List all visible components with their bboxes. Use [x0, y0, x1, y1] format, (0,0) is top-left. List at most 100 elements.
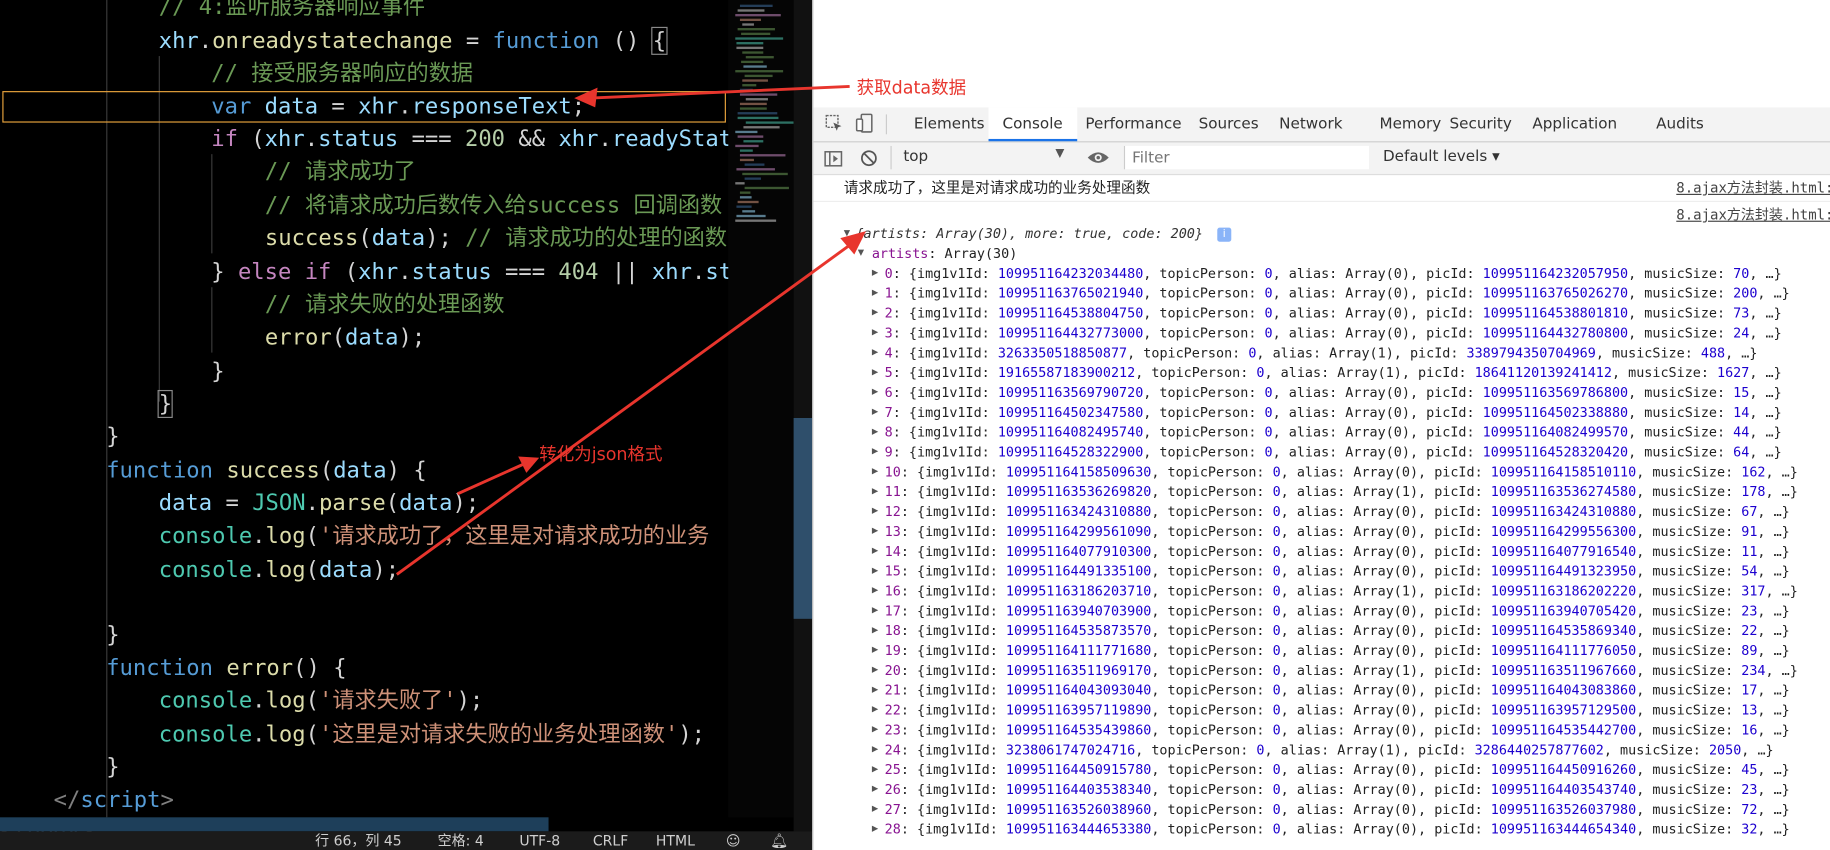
collapsed-triangle-icon[interactable]: ▶	[872, 542, 884, 562]
code-line[interactable]: data = JSON.parse(data);	[159, 487, 480, 520]
code-line[interactable]: }	[157, 388, 174, 421]
tab-performance[interactable]: Performance	[1085, 107, 1181, 141]
collapsed-triangle-icon[interactable]: ▶	[872, 323, 884, 343]
code-line[interactable]: function success(data) {	[106, 454, 426, 487]
collapsed-triangle-icon[interactable]: ▶	[872, 343, 884, 363]
collapsed-triangle-icon[interactable]: ▶	[872, 641, 884, 661]
clear-console-icon[interactable]	[860, 149, 878, 167]
artist-row[interactable]: ▶ 2: {img1v1Id: 109951164538804750, topic…	[813, 304, 1830, 324]
artist-row[interactable]: ▶ 15: {img1v1Id: 109951164491335100, topi…	[813, 562, 1830, 582]
code-editor[interactable]: // 4:监听服务器响应事件 xhr.onreadystatechange = f…	[0, 0, 813, 850]
tab-console[interactable]: Console	[988, 107, 1077, 142]
collapsed-triangle-icon[interactable]: ▶	[872, 581, 884, 601]
code-line[interactable]: console.log('请求失败了');	[159, 684, 484, 717]
collapsed-triangle-icon[interactable]: ▶	[872, 701, 884, 721]
status-position[interactable]: 行 66，列 45	[315, 831, 402, 850]
code-line[interactable]: // 4:监听服务器响应事件	[159, 0, 425, 23]
expand-triangle-icon[interactable]: ▼	[844, 224, 856, 244]
artist-row[interactable]: ▶ 6: {img1v1Id: 109951163569790720, topic…	[813, 383, 1830, 403]
tab-elements[interactable]: Elements	[914, 107, 985, 141]
collapsed-triangle-icon[interactable]: ▶	[872, 423, 884, 443]
tab-network[interactable]: Network	[1279, 107, 1342, 141]
tab-application[interactable]: Application	[1532, 107, 1617, 141]
context-select[interactable]: top ▼	[890, 145, 1069, 170]
artist-row[interactable]: ▶ 28: {img1v1Id: 109951163444653380, topi…	[813, 820, 1830, 840]
collapsed-triangle-icon[interactable]: ▶	[872, 800, 884, 820]
expand-triangle-icon[interactable]: ▼	[858, 244, 870, 264]
collapsed-triangle-icon[interactable]: ▶	[872, 780, 884, 800]
artist-row[interactable]: ▶ 13: {img1v1Id: 109951164299561090, topi…	[813, 522, 1830, 542]
code-line[interactable]: console.log('这里是对请求失败的业务处理函数');	[159, 718, 705, 751]
code-line[interactable]: if (xhr.status === 200 && xhr.readyStat	[211, 123, 732, 156]
smiley-icon[interactable]: ☺	[726, 831, 741, 850]
artist-row[interactable]: ▶ 11: {img1v1Id: 109951163536269820, topi…	[813, 482, 1830, 502]
artist-row[interactable]: ▶ 5: {img1v1Id: 19165587183900212, topicP…	[813, 363, 1830, 383]
code-line[interactable]: success(data); // 请求成功的处理的函数	[265, 222, 727, 255]
collapsed-triangle-icon[interactable]: ▶	[872, 304, 884, 324]
artist-row[interactable]: ▶ 0: {img1v1Id: 109951164232034480, topic…	[813, 264, 1830, 284]
artist-row[interactable]: ▶ 17: {img1v1Id: 109951163940703900, topi…	[813, 601, 1830, 621]
artist-row[interactable]: ▶ 16: {img1v1Id: 109951163186203710, topi…	[813, 581, 1830, 601]
collapsed-triangle-icon[interactable]: ▶	[872, 601, 884, 621]
minimap[interactable]	[728, 0, 794, 818]
collapsed-triangle-icon[interactable]: ▶	[872, 403, 884, 423]
code-line[interactable]: error(data);	[265, 321, 425, 354]
artist-row[interactable]: ▶ 23: {img1v1Id: 109951164535439860, topi…	[813, 720, 1830, 740]
artist-row[interactable]: ▶ 18: {img1v1Id: 109951164535873570, topi…	[813, 621, 1830, 641]
artist-row[interactable]: ▶ 27: {img1v1Id: 109951163526038960, topi…	[813, 800, 1830, 820]
artist-row[interactable]: ▶ 25: {img1v1Id: 109951164450915780, topi…	[813, 760, 1830, 780]
collapsed-triangle-icon[interactable]: ▶	[872, 621, 884, 641]
device-toolbar-icon[interactable]	[855, 113, 874, 133]
object-summary-row[interactable]: ▼ {artists: Array(30), more: true, code:…	[813, 224, 1830, 244]
eye-icon[interactable]	[1087, 148, 1110, 167]
artist-row[interactable]: ▶ 26: {img1v1Id: 109951164403538340, topi…	[813, 780, 1830, 800]
code-line[interactable]: var data = xhr.responseText;	[211, 90, 585, 123]
status-language[interactable]: HTML	[656, 831, 695, 850]
collapsed-triangle-icon[interactable]: ▶	[872, 502, 884, 522]
code-line[interactable]: function error() {	[106, 652, 346, 685]
tab-security[interactable]: Security	[1450, 107, 1512, 141]
collapsed-triangle-icon[interactable]: ▶	[872, 760, 884, 780]
status-encoding[interactable]: UTF-8	[519, 831, 560, 850]
collapsed-triangle-icon[interactable]: ▶	[872, 363, 884, 383]
artist-row[interactable]: ▶ 1: {img1v1Id: 109951163765021940, topic…	[813, 284, 1830, 304]
artist-row[interactable]: ▶ 4: {img1v1Id: 3263350518850877, topicPe…	[813, 343, 1830, 363]
collapsed-triangle-icon[interactable]: ▶	[872, 383, 884, 403]
code-line[interactable]: console.log(data);	[159, 553, 399, 586]
collapsed-triangle-icon[interactable]: ▶	[872, 820, 884, 840]
vertical-scrollbar-thumb[interactable]	[793, 417, 813, 619]
code-line[interactable]: }	[106, 619, 119, 652]
code-line[interactable]: // 请求成功了	[265, 155, 416, 188]
collapsed-triangle-icon[interactable]: ▶	[872, 681, 884, 701]
source-link[interactable]: 8.ajax方法封装.html:	[1676, 205, 1830, 225]
collapsed-triangle-icon[interactable]: ▶	[872, 482, 884, 502]
code-line[interactable]: // 接受服务器响应的数据	[211, 57, 473, 90]
sidebar-toggle-icon[interactable]	[824, 149, 843, 167]
artists-row[interactable]: ▼ artists: Array(30)	[813, 244, 1830, 264]
artist-row[interactable]: ▶ 12: {img1v1Id: 109951163424310880, topi…	[813, 502, 1830, 522]
collapsed-triangle-icon[interactable]: ▶	[872, 284, 884, 304]
code-line[interactable]: console.log('请求成功了，这里是对请求成功的业务	[159, 520, 710, 553]
source-link[interactable]: 8.ajax方法封装.html:	[1676, 177, 1830, 198]
collapsed-triangle-icon[interactable]: ▶	[872, 661, 884, 681]
tab-audits[interactable]: Audits	[1656, 107, 1704, 141]
filter-input[interactable]	[1123, 145, 1369, 170]
collapsed-triangle-icon[interactable]: ▶	[872, 462, 884, 482]
collapsed-triangle-icon[interactable]: ▶	[872, 522, 884, 542]
status-spaces[interactable]: 空格: 4	[438, 831, 484, 850]
artist-row[interactable]: ▶ 14: {img1v1Id: 109951164077910300, topi…	[813, 542, 1830, 562]
code-line[interactable]: </script>	[54, 783, 174, 816]
artist-row[interactable]: ▶ 9: {img1v1Id: 109951164528322900, topic…	[813, 443, 1830, 463]
artist-row[interactable]: ▶ 21: {img1v1Id: 109951164043093040, topi…	[813, 681, 1830, 701]
default-levels-dropdown[interactable]: Default levels ▾	[1383, 148, 1500, 166]
code-line[interactable]: }	[106, 751, 119, 784]
artist-row[interactable]: ▶ 8: {img1v1Id: 109951164082495740, topic…	[813, 423, 1830, 443]
bell-icon[interactable]: 🔔︎	[770, 831, 788, 850]
artist-row[interactable]: ▶ 19: {img1v1Id: 109951164111771680, topi…	[813, 641, 1830, 661]
code-line[interactable]: // 将请求成功后数传入给success 回调函数	[265, 189, 722, 222]
status-eol[interactable]: CRLF	[593, 831, 628, 850]
code-line[interactable]: }	[211, 355, 224, 388]
collapsed-triangle-icon[interactable]: ▶	[872, 562, 884, 582]
tab-memory[interactable]: Memory	[1380, 107, 1442, 141]
code-line[interactable]: xhr.onreadystatechange = function () {	[159, 25, 668, 58]
